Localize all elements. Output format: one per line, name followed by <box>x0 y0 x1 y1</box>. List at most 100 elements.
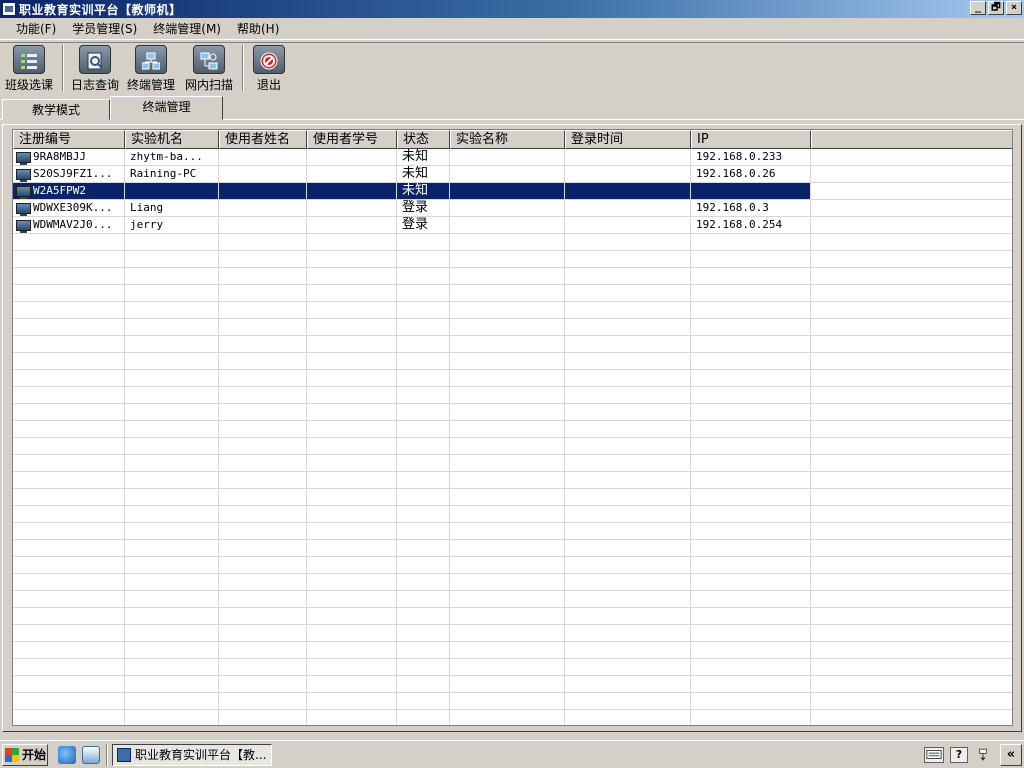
filler-cell <box>811 404 1012 420</box>
terminal-network-icon <box>135 45 167 74</box>
table-cell <box>565 302 691 318</box>
table-cell <box>565 268 691 284</box>
menu-help[interactable]: 帮助(H) <box>229 19 287 39</box>
filler-cell <box>811 472 1012 488</box>
column-header[interactable]: 实验名称 <box>450 130 565 149</box>
table-cell <box>307 251 397 267</box>
menu-student-management[interactable]: 学员管理(S) <box>64 19 145 39</box>
table-cell <box>691 642 811 658</box>
table-cell <box>397 336 450 352</box>
column-header[interactable]: 使用者姓名 <box>219 130 307 149</box>
table-cell <box>219 285 307 301</box>
log-query-button[interactable]: 日志查询 <box>68 43 122 93</box>
terminal-manage-label: 终端管理 <box>126 78 175 92</box>
column-header[interactable]: 实验机名 <box>125 130 219 149</box>
table-cell <box>565 676 691 692</box>
table-cell: 未知 <box>397 166 450 182</box>
terminal-manage-button[interactable]: 终端管理 <box>122 43 180 93</box>
quick-launch-icon[interactable] <box>82 745 100 764</box>
table-cell <box>450 710 565 725</box>
column-header[interactable]: IP <box>691 130 811 149</box>
lan-scan-button[interactable]: 网内扫描 <box>180 43 238 93</box>
table-cell <box>565 319 691 335</box>
table-cell <box>397 353 450 369</box>
restore-button[interactable]: 🗗 <box>988 1 1004 15</box>
table-cell <box>691 693 811 709</box>
table-cell <box>219 149 307 165</box>
table-cell <box>450 574 565 590</box>
table-row[interactable]: S20SJ9FZ1... Raining-PC 未知 192.168.0.26 <box>13 166 1012 183</box>
table-cell <box>125 591 219 607</box>
tray-expand-button[interactable]: « <box>1000 744 1022 766</box>
task-button-platform[interactable]: 职业教育实训平台【教... <box>112 743 272 766</box>
column-header[interactable]: 登录时间 <box>565 130 691 149</box>
table-cell <box>307 421 397 437</box>
table-cell <box>219 506 307 522</box>
table-cell <box>307 557 397 573</box>
table-cell: zhytm-ba... <box>125 149 219 165</box>
column-header[interactable]: 使用者学号 <box>307 130 397 149</box>
table-cell <box>125 285 219 301</box>
exit-button[interactable]: 退出 <box>248 43 290 93</box>
empty-row <box>13 608 1012 625</box>
computer-icon <box>16 151 31 165</box>
close-button[interactable]: × <box>1006 1 1022 15</box>
table-cell <box>397 319 450 335</box>
table-cell <box>307 149 397 165</box>
table-cell <box>307 574 397 590</box>
table-cell: 192.168.0.3 <box>691 200 811 216</box>
table-cell <box>219 268 307 284</box>
table-row[interactable]: WDWMAV2J0... jerry 登录 192.168.0.254 <box>13 217 1012 234</box>
filler-cell <box>811 370 1012 386</box>
table-cell <box>397 404 450 420</box>
start-button[interactable]: 开始 <box>2 743 48 766</box>
table-row[interactable]: W2A5FPW2 未知 <box>13 183 1012 200</box>
minimize-button[interactable]: _ <box>970 1 986 15</box>
menu-function[interactable]: 功能(F) <box>8 19 64 39</box>
table-cell <box>450 302 565 318</box>
table-cell <box>565 404 691 420</box>
keyboard-icon[interactable] <box>924 747 944 763</box>
column-header[interactable]: 注册编号 <box>13 130 125 149</box>
table-cell <box>219 625 307 641</box>
grid-header: 注册编号 实验机名 使用者姓名 使用者学号 状态 实验名称 登录时间 IP <box>13 130 1012 149</box>
table-cell <box>450 438 565 454</box>
table-cell <box>219 319 307 335</box>
table-cell <box>307 523 397 539</box>
table-cell <box>565 234 691 250</box>
table-cell <box>397 710 450 725</box>
table-cell <box>450 387 565 403</box>
table-cell <box>450 234 565 250</box>
table-cell <box>219 370 307 386</box>
menu-terminal-management[interactable]: 终端管理(M) <box>145 19 229 39</box>
filler-cell <box>811 200 1012 216</box>
empty-row <box>13 676 1012 693</box>
table-cell <box>565 710 691 725</box>
table-cell: 登录 <box>397 217 450 233</box>
table-cell <box>450 676 565 692</box>
table-cell <box>397 591 450 607</box>
table-cell <box>397 268 450 284</box>
table-cell <box>125 659 219 675</box>
internet-explorer-icon[interactable] <box>58 745 76 764</box>
table-cell <box>397 523 450 539</box>
tab-teaching-mode[interactable]: 教学模式 <box>2 99 110 120</box>
network-status-icon[interactable] <box>974 747 992 763</box>
app-icon <box>2 2 16 16</box>
table-cell <box>450 608 565 624</box>
help-icon[interactable]: ? <box>950 747 968 763</box>
start-label: 开始 <box>22 748 47 762</box>
table-cell <box>691 285 811 301</box>
table-cell <box>13 608 125 624</box>
table-row[interactable]: 9RA8MBJJ zhytm-ba... 未知 192.168.0.233 <box>13 149 1012 166</box>
table-cell <box>125 404 219 420</box>
table-cell <box>397 387 450 403</box>
app-icon <box>117 747 131 762</box>
table-cell <box>397 234 450 250</box>
table-row[interactable]: WDWXE309K... Liang 登录 192.168.0.3 <box>13 200 1012 217</box>
class-select-button[interactable]: 班级选课 <box>0 43 58 93</box>
tab-terminal-management[interactable]: 终端管理 <box>110 96 223 120</box>
table-cell <box>565 472 691 488</box>
registration-id: 9RA8MBJJ <box>33 150 86 163</box>
column-header[interactable]: 状态 <box>397 130 450 149</box>
